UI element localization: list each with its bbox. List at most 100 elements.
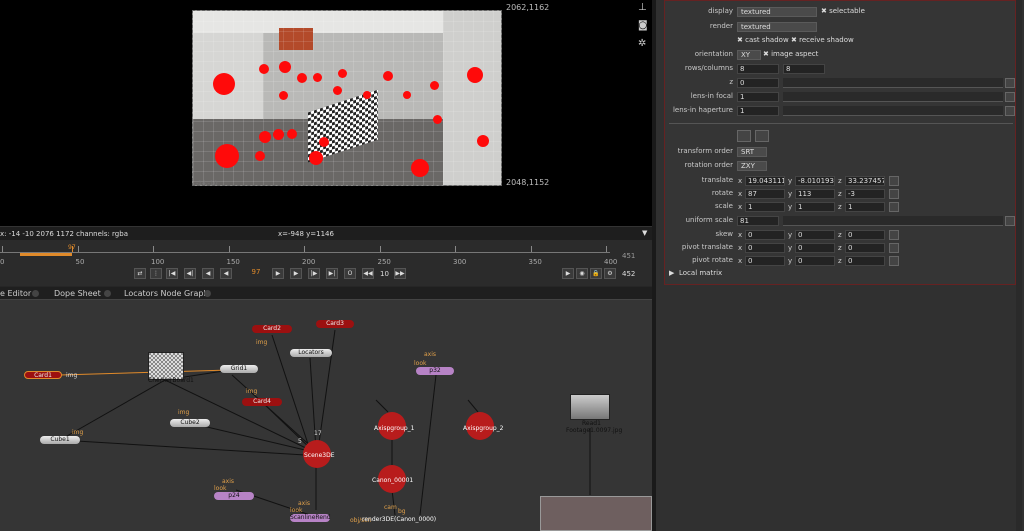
image-aspect-checkbox[interactable]: ✖ image aspect [763, 50, 818, 58]
settings-icon[interactable]: ⚙ [604, 268, 616, 279]
local-matrix-expand-icon[interactable]: ▶ [669, 269, 674, 277]
z-animation-icon[interactable] [1005, 78, 1015, 88]
scale-y-field[interactable]: 1 [795, 202, 835, 212]
transform-order-dropdown[interactable]: SRT [737, 147, 767, 157]
columns-field[interactable]: 8 [783, 64, 825, 74]
node-read1-thumbnail[interactable] [570, 394, 610, 420]
properties-scrollbar[interactable] [1016, 0, 1022, 531]
uniform-scale-field[interactable]: 81 [737, 216, 779, 226]
node-card4[interactable]: Card4 [242, 398, 282, 406]
transform-handle-icon[interactable] [737, 130, 751, 142]
skew-animation-icon[interactable] [889, 230, 899, 240]
node-graph[interactable]: Card1 img Card2 Card3 Card4 img img img … [0, 300, 652, 531]
tab-locators-node-graph[interactable]: Locators Node Graph [124, 289, 209, 298]
z-slider[interactable] [783, 78, 1003, 88]
pivot-rotate-animation-icon[interactable] [889, 256, 899, 266]
viewer[interactable]: 2062,1162 2048,1152 -14,-10 [0, 0, 652, 226]
end-frame-top[interactable]: 451 [622, 252, 635, 260]
step-field[interactable]: 10 [380, 270, 389, 278]
translate-x-field[interactable]: 19.0431118 [745, 176, 785, 186]
node-scanline[interactable]: ScanlineRend [290, 514, 331, 522]
node-p32[interactable]: p32 [416, 367, 454, 375]
render-dropdown[interactable]: textured [737, 22, 817, 32]
tab-dope-sheet[interactable]: Dope Sheet [54, 289, 101, 298]
skew-x-field[interactable]: 0 [745, 230, 785, 240]
translate-y-field[interactable]: -8.01019382 [795, 176, 835, 186]
lens-haperture-animation-icon[interactable] [1005, 106, 1015, 116]
frame-field[interactable]: 97 [244, 268, 268, 279]
rotate-x-field[interactable]: 87 [745, 189, 785, 199]
orientation-dropdown[interactable]: XY [737, 50, 761, 60]
skew-y-field[interactable]: 0 [795, 230, 835, 240]
translate-z-field[interactable]: 33.2374572 [845, 176, 885, 186]
node-p24[interactable]: p24 [214, 492, 254, 500]
selectable-checkbox[interactable]: ✖ selectable [821, 7, 865, 15]
scale-x-field[interactable]: 1 [745, 202, 785, 212]
pivot-translate-animation-icon[interactable] [889, 243, 899, 253]
step-back-keyframe-icon[interactable]: ⋮ [150, 268, 162, 279]
uniform-scale-animation-icon[interactable] [1005, 216, 1015, 226]
node-grid[interactable]: Grid1 [220, 365, 258, 373]
scale-z-field[interactable]: 1 [845, 202, 885, 212]
node-graph-minimap[interactable] [540, 496, 652, 531]
skip-back-icon[interactable]: ◀◀ [362, 268, 374, 279]
previous-frame-icon[interactable]: ◀ [202, 268, 214, 279]
stop-icon[interactable]: ◙ [638, 20, 652, 34]
step-forward-icon[interactable]: |▶ [308, 268, 320, 279]
node-card1[interactable]: Card1 [24, 371, 62, 379]
go-to-end-icon[interactable]: ▶| [326, 268, 338, 279]
tab-curve-editor[interactable]: e Editor [0, 289, 31, 298]
pivot-icon[interactable]: ✲ [638, 38, 652, 52]
cast-shadow-checkbox[interactable]: ✖ cast shadow [737, 36, 789, 44]
node-card2[interactable]: Card2 [252, 325, 292, 333]
skew-z-field[interactable]: 0 [845, 230, 885, 240]
viewer-image[interactable] [192, 10, 502, 186]
uniform-scale-slider[interactable] [783, 216, 1003, 226]
node-locators[interactable]: Locators [290, 349, 332, 357]
next-frame-icon[interactable]: ▶ [290, 268, 302, 279]
tab-close-icon[interactable] [32, 290, 39, 297]
rows-field[interactable]: 8 [737, 64, 779, 74]
skip-forward-icon[interactable]: ▶▶ [394, 268, 406, 279]
lock-icon[interactable]: 🔒 [590, 268, 602, 279]
node-cube2[interactable]: Cube2 [170, 419, 210, 427]
node-checkerboard-thumbnail[interactable] [148, 352, 184, 380]
rotate-z-field[interactable]: -3 [845, 189, 885, 199]
step-back-icon[interactable]: ◀| [184, 268, 196, 279]
row-local-matrix[interactable]: ▶ Local matrix [665, 269, 1017, 281]
receive-shadow-checkbox[interactable]: ✖ receive shadow [791, 36, 854, 44]
node-card3[interactable]: Card3 [316, 320, 354, 328]
lens-focal-slider[interactable] [783, 92, 1003, 102]
pivot-rotate-z-field[interactable]: 0 [845, 256, 885, 266]
rotation-order-dropdown[interactable]: ZXY [737, 161, 767, 171]
lens-focal-animation-icon[interactable] [1005, 92, 1015, 102]
axis-gizmo-icon[interactable]: ⊥ [638, 2, 652, 16]
pivot-rotate-x-field[interactable]: 0 [745, 256, 785, 266]
end-frame-bottom[interactable]: 452 [622, 270, 635, 278]
play-backward-icon[interactable]: ◀ [220, 268, 232, 279]
rotate-y-field[interactable]: 113 [795, 189, 835, 199]
tab-close-icon[interactable] [204, 290, 211, 297]
transform-move-icon[interactable] [755, 130, 769, 142]
go-to-start-icon[interactable]: |◀ [166, 268, 178, 279]
lens-haperture-slider[interactable] [783, 106, 1003, 116]
playback-toggle-icon[interactable]: ▶ [562, 268, 574, 279]
lens-haperture-field[interactable]: 1 [737, 106, 779, 116]
z-field[interactable]: 0 [737, 78, 779, 88]
timeline-ruler[interactable] [0, 252, 610, 253]
node-cube1[interactable]: Cube1 [40, 436, 80, 444]
loop-mode-button[interactable]: ⇄ [134, 268, 146, 279]
scale-animation-icon[interactable] [889, 202, 899, 212]
pivot-translate-y-field[interactable]: 0 [795, 243, 835, 253]
camera-icon[interactable]: ◉ [576, 268, 588, 279]
lens-focal-field[interactable]: 1 [737, 92, 779, 102]
translate-animation-icon[interactable] [889, 176, 899, 186]
display-dropdown[interactable]: textured [737, 7, 817, 17]
info-bar-menu-icon[interactable]: ▼ [642, 229, 647, 237]
pivot-rotate-y-field[interactable]: 0 [795, 256, 835, 266]
forward-keyframe-icon[interactable]: O [344, 268, 356, 279]
pivot-translate-z-field[interactable]: 0 [845, 243, 885, 253]
tab-close-icon[interactable] [104, 290, 111, 297]
play-forward-icon[interactable]: ▶ [272, 268, 284, 279]
pivot-translate-x-field[interactable]: 0 [745, 243, 785, 253]
